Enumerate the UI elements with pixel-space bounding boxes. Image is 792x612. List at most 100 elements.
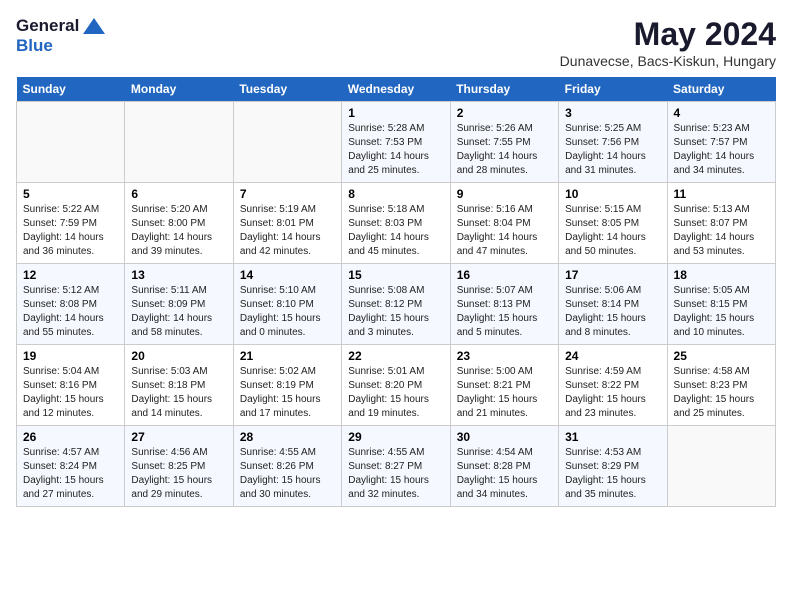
empty-cell — [17, 102, 125, 183]
day-cell-5: 5 Sunrise: 5:22 AMSunset: 7:59 PMDaylight… — [17, 183, 125, 264]
day-cell-29: 29Sunrise: 4:55 AMSunset: 8:27 PMDayligh… — [342, 426, 450, 507]
day-number: 22 — [348, 349, 443, 363]
day-info: Sunrise: 5:06 AMSunset: 8:14 PMDaylight:… — [565, 284, 660, 340]
day-number: 14 — [240, 268, 335, 282]
day-number: 26 — [23, 430, 118, 444]
day-cell-31: 31Sunrise: 4:53 AMSunset: 8:29 PMDayligh… — [559, 426, 667, 507]
day-info: Sunrise: 5:12 AMSunset: 8:08 PMDaylight:… — [23, 284, 118, 340]
day-cell-15: 15 Sunrise: 5:08 AMSunset: 8:12 PMDayligh… — [342, 264, 450, 345]
day-info: Sunrise: 5:04 AMSunset: 8:16 PMDaylight:… — [23, 365, 118, 421]
day-number: 12 — [23, 268, 118, 282]
day-cell-24: 24Sunrise: 4:59 AMSunset: 8:22 PMDayligh… — [559, 345, 667, 426]
calendar-subtitle: Dunavecse, Bacs-Kiskun, Hungary — [560, 53, 776, 69]
day-cell-2: 2 Sunrise: 5:26 AMSunset: 7:55 PMDaylight… — [450, 102, 558, 183]
day-number: 6 — [131, 187, 226, 201]
header-saturday: Saturday — [667, 77, 775, 102]
day-info: Sunrise: 5:25 AMSunset: 7:56 PMDaylight:… — [565, 122, 660, 178]
day-number: 30 — [457, 430, 552, 444]
day-cell-18: 18 Sunrise: 5:05 AMSunset: 8:15 PMDayligh… — [667, 264, 775, 345]
logo-text-blue: Blue — [16, 36, 53, 55]
day-number: 11 — [674, 187, 769, 201]
day-info: Sunrise: 5:23 AMSunset: 7:57 PMDaylight:… — [674, 122, 769, 178]
calendar-title: May 2024 — [560, 16, 776, 53]
day-info: Sunrise: 5:08 AMSunset: 8:12 PMDaylight:… — [348, 284, 443, 340]
day-number: 20 — [131, 349, 226, 363]
header-wednesday: Wednesday — [342, 77, 450, 102]
calendar-title-area: May 2024 Dunavecse, Bacs-Kiskun, Hungary — [560, 16, 776, 69]
day-info: Sunrise: 5:26 AMSunset: 7:55 PMDaylight:… — [457, 122, 552, 178]
header-sunday: Sunday — [17, 77, 125, 102]
header-thursday: Thursday — [450, 77, 558, 102]
day-number: 19 — [23, 349, 118, 363]
day-cell-22: 22 Sunrise: 5:01 AMSunset: 8:20 PMDayligh… — [342, 345, 450, 426]
day-info: Sunrise: 5:05 AMSunset: 8:15 PMDaylight:… — [674, 284, 769, 340]
day-info: Sunrise: 5:22 AMSunset: 7:59 PMDaylight:… — [23, 203, 118, 259]
day-number: 25 — [674, 349, 769, 363]
day-cell-13: 13Sunrise: 5:11 AMSunset: 8:09 PMDayligh… — [125, 264, 233, 345]
day-number: 24 — [565, 349, 660, 363]
day-cell-17: 17 Sunrise: 5:06 AMSunset: 8:14 PMDayligh… — [559, 264, 667, 345]
day-cell-6: 6Sunrise: 5:20 AMSunset: 8:00 PMDaylight… — [125, 183, 233, 264]
day-info: Sunrise: 5:16 AMSunset: 8:04 PMDaylight:… — [457, 203, 552, 259]
day-number: 3 — [565, 106, 660, 120]
day-cell-27: 27 Sunrise: 4:56 AMSunset: 8:25 PMDayligh… — [125, 426, 233, 507]
day-number: 16 — [457, 268, 552, 282]
day-info: Sunrise: 5:01 AMSunset: 8:20 PMDaylight:… — [348, 365, 443, 421]
logo-text-general: General — [16, 16, 79, 36]
day-info: Sunrise: 4:56 AMSunset: 8:25 PMDaylight:… — [131, 446, 226, 502]
week-row-0: 1 Sunrise: 5:28 AMSunset: 7:53 PMDaylight… — [17, 102, 776, 183]
day-number: 8 — [348, 187, 443, 201]
day-info: Sunrise: 5:02 AMSunset: 8:19 PMDaylight:… — [240, 365, 335, 421]
calendar-table: SundayMondayTuesdayWednesdayThursdayFrid… — [16, 77, 776, 507]
day-number: 21 — [240, 349, 335, 363]
day-cell-12: 12 Sunrise: 5:12 AMSunset: 8:08 PMDayligh… — [17, 264, 125, 345]
day-info: Sunrise: 4:55 AMSunset: 8:26 PMDaylight:… — [240, 446, 335, 502]
day-cell-30: 30 Sunrise: 4:54 AMSunset: 8:28 PMDayligh… — [450, 426, 558, 507]
logo: General Blue — [16, 16, 107, 56]
day-cell-20: 20Sunrise: 5:03 AMSunset: 8:18 PMDayligh… — [125, 345, 233, 426]
day-number: 10 — [565, 187, 660, 201]
day-cell-19: 19 Sunrise: 5:04 AMSunset: 8:16 PMDayligh… — [17, 345, 125, 426]
day-number: 31 — [565, 430, 660, 444]
day-cell-14: 14 Sunrise: 5:10 AMSunset: 8:10 PMDayligh… — [233, 264, 341, 345]
day-cell-3: 3 Sunrise: 5:25 AMSunset: 7:56 PMDaylight… — [559, 102, 667, 183]
calendar-header-row: SundayMondayTuesdayWednesdayThursdayFrid… — [17, 77, 776, 102]
day-info: Sunrise: 4:54 AMSunset: 8:28 PMDaylight:… — [457, 446, 552, 502]
day-cell-16: 16 Sunrise: 5:07 AMSunset: 8:13 PMDayligh… — [450, 264, 558, 345]
day-cell-9: 9 Sunrise: 5:16 AMSunset: 8:04 PMDaylight… — [450, 183, 558, 264]
day-cell-11: 11 Sunrise: 5:13 AMSunset: 8:07 PMDayligh… — [667, 183, 775, 264]
day-info: Sunrise: 4:57 AMSunset: 8:24 PMDaylight:… — [23, 446, 118, 502]
day-info: Sunrise: 5:15 AMSunset: 8:05 PMDaylight:… — [565, 203, 660, 259]
day-info: Sunrise: 5:00 AMSunset: 8:21 PMDaylight:… — [457, 365, 552, 421]
day-info: Sunrise: 4:58 AMSunset: 8:23 PMDaylight:… — [674, 365, 769, 421]
day-cell-1: 1 Sunrise: 5:28 AMSunset: 7:53 PMDaylight… — [342, 102, 450, 183]
day-cell-10: 10 Sunrise: 5:15 AMSunset: 8:05 PMDayligh… — [559, 183, 667, 264]
day-info: Sunrise: 5:07 AMSunset: 8:13 PMDaylight:… — [457, 284, 552, 340]
day-number: 4 — [674, 106, 769, 120]
day-info: Sunrise: 5:28 AMSunset: 7:53 PMDaylight:… — [348, 122, 443, 178]
day-number: 15 — [348, 268, 443, 282]
day-number: 18 — [674, 268, 769, 282]
day-number: 27 — [131, 430, 226, 444]
day-number: 23 — [457, 349, 552, 363]
day-number: 9 — [457, 187, 552, 201]
day-number: 5 — [23, 187, 118, 201]
empty-cell — [233, 102, 341, 183]
empty-cell — [125, 102, 233, 183]
day-number: 2 — [457, 106, 552, 120]
day-cell-25: 25 Sunrise: 4:58 AMSunset: 8:23 PMDayligh… — [667, 345, 775, 426]
day-number: 17 — [565, 268, 660, 282]
day-info: Sunrise: 5:11 AMSunset: 8:09 PMDaylight:… — [131, 284, 226, 340]
day-number: 29 — [348, 430, 443, 444]
day-cell-7: 7Sunrise: 5:19 AMSunset: 8:01 PMDaylight… — [233, 183, 341, 264]
day-cell-28: 28Sunrise: 4:55 AMSunset: 8:26 PMDayligh… — [233, 426, 341, 507]
week-row-2: 12 Sunrise: 5:12 AMSunset: 8:08 PMDayligh… — [17, 264, 776, 345]
day-info: Sunrise: 5:10 AMSunset: 8:10 PMDaylight:… — [240, 284, 335, 340]
empty-cell — [667, 426, 775, 507]
day-number: 1 — [348, 106, 443, 120]
day-cell-4: 4 Sunrise: 5:23 AMSunset: 7:57 PMDaylight… — [667, 102, 775, 183]
day-info: Sunrise: 5:13 AMSunset: 8:07 PMDaylight:… — [674, 203, 769, 259]
week-row-4: 26 Sunrise: 4:57 AMSunset: 8:24 PMDayligh… — [17, 426, 776, 507]
day-info: Sunrise: 5:19 AMSunset: 8:01 PMDaylight:… — [240, 203, 335, 259]
week-row-3: 19 Sunrise: 5:04 AMSunset: 8:16 PMDayligh… — [17, 345, 776, 426]
